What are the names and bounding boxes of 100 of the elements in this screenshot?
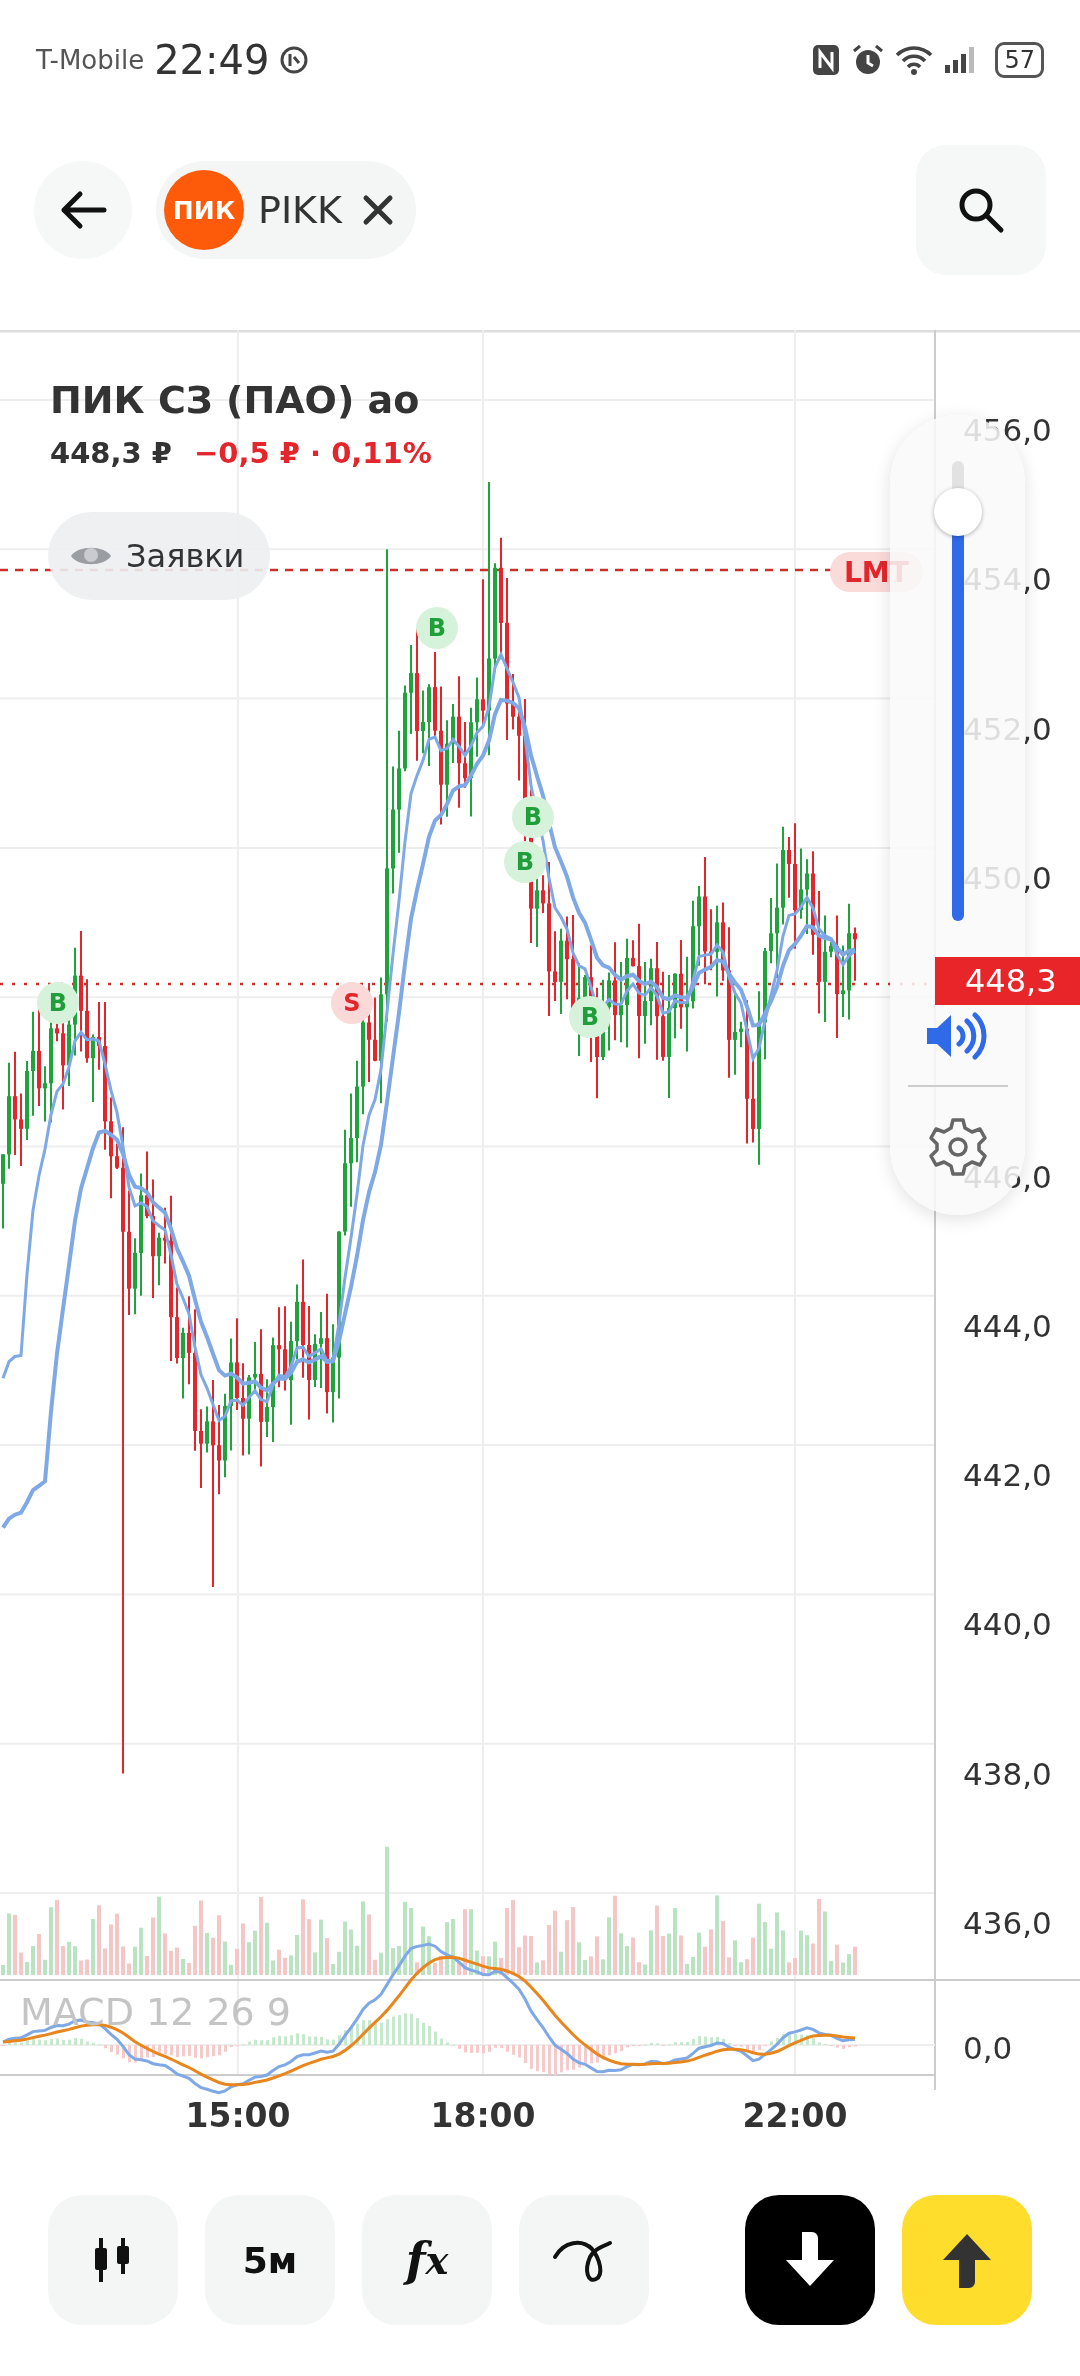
histogram-bar bbox=[158, 2045, 161, 2056]
histogram-bar bbox=[350, 2026, 353, 2045]
histogram-bar bbox=[488, 2045, 491, 2052]
buy-marker: B bbox=[416, 607, 458, 649]
histogram-bar bbox=[836, 2045, 839, 2048]
histogram-bar bbox=[74, 2038, 77, 2045]
histogram-bar bbox=[122, 2045, 125, 2059]
histogram-bar bbox=[806, 2035, 809, 2045]
histogram-bar bbox=[752, 2045, 755, 2053]
instrument-name: ПИК СЗ (ПАО) ао bbox=[50, 378, 420, 422]
histogram-bar bbox=[206, 2045, 209, 2058]
sell-button[interactable] bbox=[745, 2195, 875, 2325]
last-price: 448,3 ₽ bbox=[50, 436, 172, 470]
histogram-bar bbox=[254, 2039, 257, 2045]
buy-marker: B bbox=[512, 796, 554, 838]
histogram-bar bbox=[506, 2045, 509, 2052]
histogram-bar bbox=[758, 2045, 761, 2051]
histogram-bar bbox=[410, 2013, 413, 2045]
histogram-bar bbox=[188, 2045, 191, 2056]
battery-indicator: 57 bbox=[995, 42, 1044, 78]
time-axis-label: 15:00 bbox=[185, 2096, 291, 2135]
histogram-bar bbox=[296, 2033, 299, 2045]
price-axis-label: 438,0 bbox=[963, 1755, 1052, 1792]
histogram-bar bbox=[116, 2045, 119, 2055]
histogram-bar bbox=[182, 2045, 185, 2057]
histogram-bar bbox=[8, 2042, 11, 2045]
wifi-icon bbox=[895, 44, 934, 76]
histogram-bar bbox=[140, 2045, 143, 2060]
carrier-name: T-Mobile bbox=[36, 45, 145, 75]
time-axis-label: 22:00 bbox=[742, 2096, 848, 2135]
histogram-bar bbox=[602, 2045, 605, 2060]
histogram-bar bbox=[512, 2045, 515, 2055]
histogram-bar bbox=[674, 2042, 677, 2045]
histogram-bar bbox=[338, 2035, 341, 2045]
histogram-bar bbox=[128, 2045, 131, 2063]
search-button[interactable] bbox=[916, 145, 1046, 275]
histogram-bar bbox=[56, 2038, 59, 2045]
histogram-bar bbox=[164, 2045, 167, 2054]
histogram-bar bbox=[344, 2030, 347, 2045]
buy-marker: B bbox=[37, 982, 79, 1024]
histogram-bar bbox=[776, 2038, 779, 2045]
histogram-bar bbox=[494, 2045, 497, 2048]
current-price-tag: 448,3 bbox=[935, 957, 1080, 1005]
histogram-bar bbox=[368, 2020, 371, 2045]
histogram-bar bbox=[278, 2035, 281, 2045]
interval-button[interactable]: 5м bbox=[205, 2195, 335, 2325]
histogram-bar bbox=[32, 2039, 35, 2045]
histogram-bar bbox=[560, 2045, 563, 2073]
histogram-bar bbox=[272, 2037, 275, 2045]
histogram-bar bbox=[308, 2036, 311, 2045]
histogram-bar bbox=[38, 2039, 41, 2045]
histogram-bar bbox=[788, 2032, 791, 2045]
histogram-bar bbox=[260, 2040, 263, 2045]
histogram-bar bbox=[464, 2045, 467, 2053]
price-axis-label: 444,0 bbox=[963, 1307, 1052, 1344]
ticker-label: PIKK bbox=[258, 188, 342, 232]
data-saver-icon bbox=[279, 45, 310, 75]
histogram-bar bbox=[578, 2045, 581, 2068]
histogram-bar bbox=[476, 2045, 479, 2053]
ticker-logo: ПИК bbox=[164, 170, 244, 250]
histogram-bar bbox=[104, 2045, 107, 2049]
histogram-bar bbox=[440, 2038, 443, 2045]
clock-time: 22:49 bbox=[154, 37, 270, 83]
ticker-chip[interactable]: ПИК PIKK bbox=[156, 161, 416, 259]
histogram-bar bbox=[380, 2022, 383, 2045]
histogram-bar bbox=[434, 2031, 437, 2045]
time-axis-label: 18:00 bbox=[430, 2096, 536, 2135]
chart-type-button[interactable] bbox=[48, 2195, 178, 2325]
price-axis-label: 436,0 bbox=[963, 1905, 1052, 1941]
histogram-bar bbox=[524, 2045, 527, 2063]
histogram-bar bbox=[536, 2045, 539, 2072]
alarm-icon bbox=[851, 43, 886, 77]
histogram-bar bbox=[710, 2037, 713, 2045]
histogram-bar bbox=[392, 2016, 395, 2045]
histogram-bar bbox=[842, 2045, 845, 2049]
histogram-bar bbox=[470, 2045, 473, 2053]
histogram-bar bbox=[170, 2045, 173, 2056]
orders-toggle[interactable]: Заявки bbox=[48, 512, 271, 600]
histogram-bar bbox=[92, 2042, 95, 2045]
histogram-bar bbox=[566, 2045, 569, 2071]
histogram-bar bbox=[848, 2045, 851, 2048]
histogram-bar bbox=[770, 2041, 773, 2045]
histogram-bar bbox=[518, 2045, 521, 2058]
histogram-bar bbox=[572, 2045, 575, 2070]
histogram-bar bbox=[608, 2045, 611, 2056]
histogram-bar bbox=[218, 2045, 221, 2056]
histogram-bar bbox=[50, 2038, 53, 2045]
histogram-bar bbox=[596, 2045, 599, 2063]
histogram-bar bbox=[44, 2040, 47, 2045]
histogram-bar bbox=[404, 2013, 407, 2045]
histogram-bar bbox=[548, 2045, 551, 2075]
histogram-bar bbox=[590, 2045, 593, 2064]
histogram-bar bbox=[782, 2034, 785, 2045]
buy-button[interactable] bbox=[902, 2195, 1032, 2325]
histogram-bar bbox=[68, 2039, 71, 2045]
histogram-bar bbox=[794, 2034, 797, 2045]
drawing-tools-button[interactable] bbox=[519, 2195, 649, 2325]
histogram-bar bbox=[704, 2036, 707, 2045]
histogram-bar bbox=[614, 2045, 617, 2054]
indicator-label: MACD 12 26 9 bbox=[20, 1990, 292, 2034]
